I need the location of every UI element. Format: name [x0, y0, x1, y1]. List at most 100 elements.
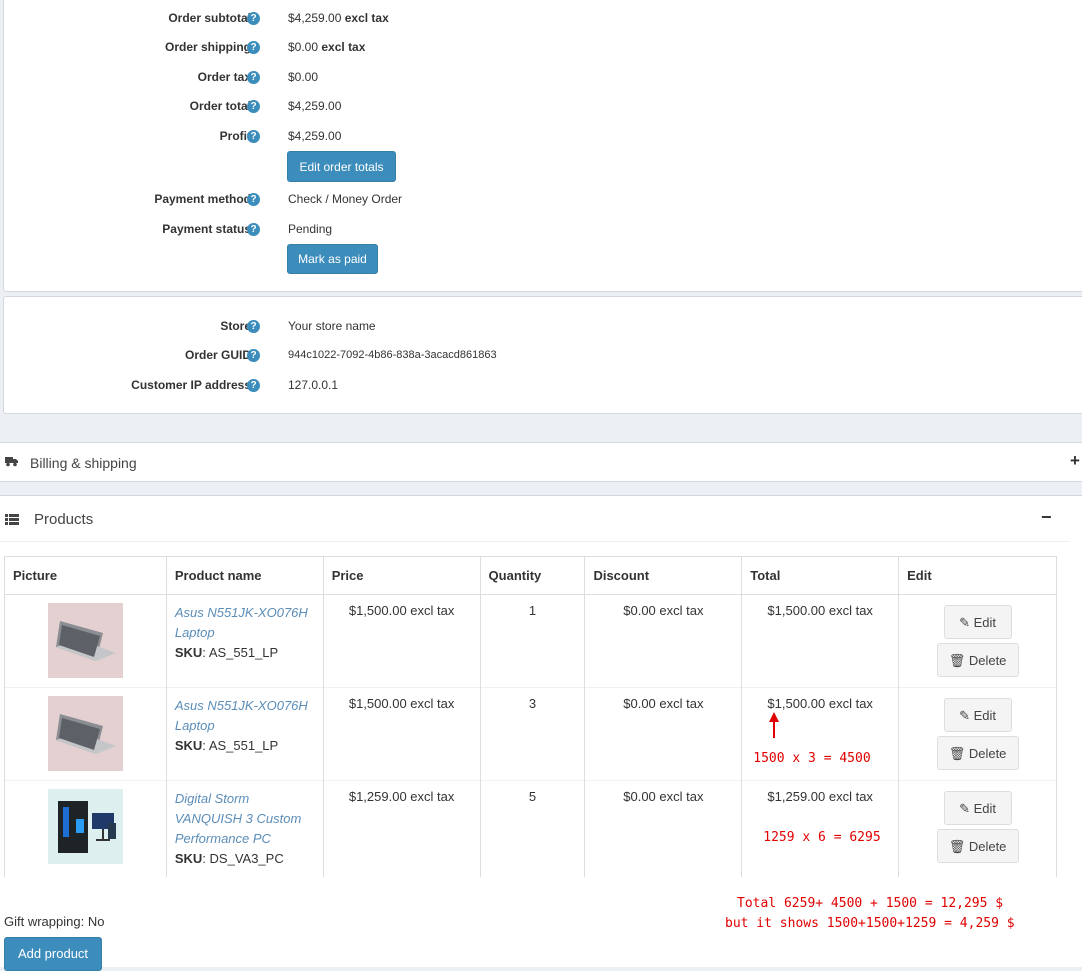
- price-cell: $1,500.00 excl tax: [322, 594, 481, 688]
- column-header-picture: Picture: [4, 556, 167, 595]
- products-title: Products: [34, 511, 94, 528]
- store-row: Store ? Your store name: [4, 316, 1082, 336]
- annotation-total-line1: Total 6259+ 4500 + 1500 = 12,295 $: [737, 896, 1004, 911]
- edit-button[interactable]: ✎ Edit: [943, 791, 1012, 825]
- quantity-cell: 3: [479, 687, 586, 781]
- sku-text: SKU: AS_551_LP: [174, 738, 279, 753]
- edit-cell: ✎ Edit 🗑 Delete: [898, 687, 1057, 781]
- customer-ip-value: 127.0.0.1: [288, 378, 339, 392]
- column-header-quantity: Quantity: [479, 556, 586, 595]
- desktop-pc-image: [47, 789, 123, 864]
- total-cell: $1,500.00 excl tax: [741, 594, 900, 688]
- price-cell: $1,500.00 excl tax: [322, 687, 481, 781]
- edit-button[interactable]: ✎ Edit: [943, 698, 1012, 732]
- price-cell: $1,259.00 excl tax: [322, 780, 481, 877]
- help-icon[interactable]: ?: [247, 379, 260, 392]
- add-product-button[interactable]: Add product: [4, 937, 102, 971]
- billing-shipping-title: Billing & shipping: [30, 455, 137, 471]
- help-icon[interactable]: ?: [247, 320, 260, 333]
- edit-button[interactable]: ✎ Edit: [943, 605, 1012, 639]
- picture-cell: [4, 780, 167, 877]
- delete-button[interactable]: 🗑 Delete: [936, 736, 1019, 770]
- trash-icon: 🗑: [948, 653, 966, 668]
- edit-cell: ✎ Edit 🗑 Delete: [898, 594, 1057, 688]
- column-header-discount: Discount: [584, 556, 743, 595]
- table-row: Digital Storm VANQUISH 3 Custom Performa…: [4, 780, 1057, 877]
- payment-method-label: Payment method: [154, 192, 251, 206]
- help-icon[interactable]: ?: [247, 12, 260, 25]
- column-header-edit: Edit: [898, 556, 1057, 595]
- order-totals-panel: Order subtotal ? $4,259.00 excl tax Orde…: [3, 0, 1082, 292]
- table-header-row: Picture Product name Price Quantity Disc…: [4, 556, 1057, 595]
- laptop-image: [47, 603, 123, 678]
- product-name-link[interactable]: Asus N551JK-XO076H Laptop: [175, 605, 308, 640]
- help-icon[interactable]: ?: [247, 41, 260, 54]
- order-shipping-label: Order shipping: [164, 40, 251, 54]
- help-icon[interactable]: ?: [247, 223, 260, 236]
- help-icon[interactable]: ?: [247, 130, 260, 143]
- billing-shipping-header[interactable]: Billing & shipping +: [0, 442, 1082, 482]
- truck-icon: [5, 456, 18, 470]
- order-total-value: $4,259.00: [288, 99, 342, 113]
- order-guid-label: Order GUID: [184, 348, 251, 362]
- annotation-row3: 1259 x 6 = 6295: [763, 830, 881, 845]
- picture-cell: [4, 687, 167, 781]
- pencil-icon: ✎: [959, 801, 970, 816]
- laptop-image: [47, 696, 123, 771]
- edit-order-totals-button[interactable]: Edit order totals: [287, 151, 396, 182]
- products-table: Picture Product name Price Quantity Disc…: [4, 556, 1057, 877]
- customer-ip-label: Customer IP address: [131, 378, 251, 392]
- profit-row: Profit ? $4,259.00: [4, 126, 1082, 146]
- minus-icon[interactable]: −: [1041, 507, 1052, 528]
- order-tax-row: Order tax ? $0.00: [4, 67, 1082, 87]
- delete-button[interactable]: 🗑 Delete: [936, 643, 1019, 677]
- product-name-link[interactable]: Asus N551JK-XO076H Laptop: [175, 698, 308, 733]
- payment-status-label: Payment status: [162, 222, 251, 236]
- payment-status-row: Payment status ? Pending: [4, 219, 1082, 239]
- quantity-cell: 1: [479, 594, 586, 688]
- order-subtotal-value: $4,259.00 excl tax: [288, 11, 389, 25]
- edit-cell: ✎ Edit 🗑 Delete: [898, 780, 1057, 877]
- plus-icon[interactable]: +: [1070, 451, 1080, 471]
- products-header[interactable]: Products −: [0, 496, 1070, 542]
- sku-text: SKU: DS_VA3_PC: [174, 851, 284, 866]
- store-info-panel: Store ? Your store name Order GUID ? 944…: [3, 296, 1082, 414]
- help-icon[interactable]: ?: [247, 193, 260, 206]
- delete-button[interactable]: 🗑 Delete: [936, 829, 1019, 863]
- discount-cell: $0.00 excl tax: [584, 780, 743, 877]
- help-icon[interactable]: ?: [247, 349, 260, 362]
- quantity-cell: 5: [479, 780, 586, 877]
- order-total-label: Order total: [189, 99, 251, 113]
- payment-method-value: Check / Money Order: [288, 192, 403, 206]
- table-row: Asus N551JK-XO076H Laptop SKU: AS_551_LP…: [4, 594, 1057, 688]
- table-row: Asus N551JK-XO076H Laptop SKU: AS_551_LP…: [4, 687, 1057, 781]
- gift-wrapping-text: Gift wrapping: No: [4, 914, 105, 929]
- order-guid-row: Order GUID ? 944c1022-7092-4b86-838a-3ac…: [4, 345, 1082, 365]
- product-name-cell: Digital Storm VANQUISH 3 Custom Performa…: [165, 780, 324, 877]
- product-name-cell: Asus N551JK-XO076H Laptop SKU: AS_551_LP: [165, 594, 324, 688]
- column-header-price: Price: [322, 556, 481, 595]
- pencil-icon: ✎: [959, 708, 970, 723]
- arrow-up-icon: [769, 712, 780, 738]
- order-guid-value: 944c1022-7092-4b86-838a-3acacd861863: [288, 349, 497, 361]
- payment-method-row: Payment method ? Check / Money Order: [4, 189, 1082, 209]
- order-subtotal-label: Order subtotal: [168, 11, 251, 25]
- mark-as-paid-button[interactable]: Mark as paid: [287, 244, 378, 274]
- total-value: $1,259.00 excl tax: [767, 789, 873, 804]
- help-icon[interactable]: ?: [247, 100, 260, 113]
- product-name-cell: Asus N551JK-XO076H Laptop SKU: AS_551_LP: [165, 687, 324, 781]
- product-name-link[interactable]: Digital Storm VANQUISH 3 Custom Performa…: [175, 791, 301, 846]
- sku-text: SKU: AS_551_LP: [174, 645, 279, 660]
- store-value: Your store name: [288, 319, 376, 333]
- help-icon[interactable]: ?: [247, 71, 260, 84]
- order-total-row: Order total ? $4,259.00: [4, 96, 1082, 116]
- order-shipping-value: $0.00 excl tax: [288, 40, 366, 54]
- total-cell: $1,259.00 excl tax 1259 x 6 = 6295: [741, 780, 900, 877]
- total-value: $1,500.00 excl tax: [767, 696, 873, 711]
- annotation-row2: 1500 x 3 = 4500: [753, 751, 871, 766]
- column-header-product-name: Product name: [165, 556, 324, 595]
- total-cell: $1,500.00 excl tax 1500 x 3 = 4500: [741, 687, 900, 781]
- trash-icon: 🗑: [948, 839, 966, 854]
- discount-cell: $0.00 excl tax: [584, 594, 743, 688]
- list-icon: [5, 514, 19, 528]
